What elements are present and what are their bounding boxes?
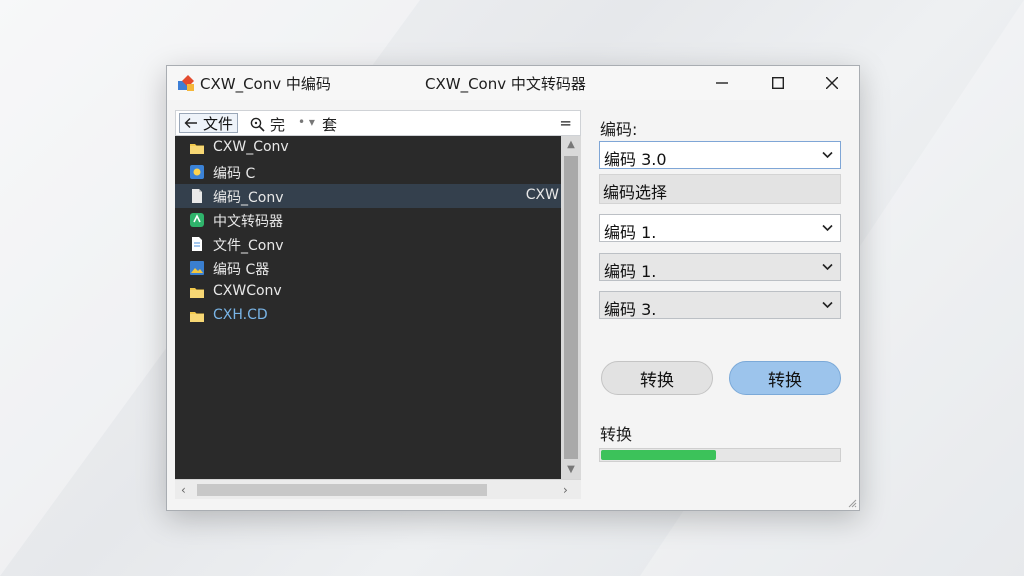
back-arrow-icon (184, 118, 197, 128)
zoom-label: 完 (270, 115, 286, 134)
close-button[interactable] (809, 66, 855, 100)
maximize-button[interactable] (755, 66, 801, 100)
encoding-select[interactable]: 编码 3.0 (599, 141, 841, 169)
encoding-select-3[interactable]: 编码 3. (599, 291, 841, 319)
horizontal-scrollbar-thumb[interactable] (197, 484, 487, 496)
encoding-select-2[interactable]: 编码 1. (599, 253, 841, 281)
horizontal-scrollbar[interactable]: ‹ › (175, 479, 581, 499)
minimize-icon (716, 82, 728, 84)
file-list-item[interactable]: 文件_Conv (175, 232, 561, 256)
file-list-item[interactable]: 中文转码器 (175, 208, 561, 232)
folder-icon (190, 312, 204, 322)
close-icon (826, 77, 838, 89)
back-button[interactable]: 文件 (179, 113, 239, 133)
chevron-down-icon (822, 151, 833, 159)
file-list-item[interactable]: CXH.CD (175, 304, 561, 328)
vertical-scrollbar[interactable]: ▲ ▼ (561, 136, 581, 479)
app-logo-icon (178, 75, 194, 91)
file-name: CXWConv (213, 283, 282, 299)
encoding-label: 编码: (600, 120, 638, 139)
resize-grip-icon[interactable] (847, 498, 857, 508)
chevron-down-icon (822, 263, 833, 271)
menu-button[interactable]: = (559, 114, 572, 132)
conversion-progress-bar (599, 448, 841, 462)
scroll-down-icon[interactable]: ▼ (566, 465, 576, 475)
convert-button-primary[interactable]: 转换 (729, 361, 841, 395)
file-name: 中文转码器 (213, 214, 283, 230)
progress-fill (601, 450, 716, 460)
convert-button-secondary[interactable]: 转换 (601, 361, 713, 395)
file-name: 编码 C (213, 166, 256, 182)
network-icon (190, 165, 204, 179)
scroll-up-icon[interactable]: ▲ (566, 140, 576, 150)
toolbar-item[interactable]: 套 (322, 114, 337, 135)
chevron-down-icon (822, 301, 833, 309)
file-tag: CXW (525, 187, 559, 203)
encoding-select-2-value: 编码 1. (604, 262, 657, 281)
app-icon (190, 213, 204, 227)
zoom-button[interactable]: 完 (250, 114, 285, 134)
file-name: CXW_Conv (213, 139, 289, 155)
encoding-select-value: 编码 3.0 (604, 150, 667, 169)
file-list-item[interactable]: CXWConv (175, 280, 561, 304)
encoding-selection-header: 编码选择 (599, 174, 841, 204)
app-window: CXW_Conv 中编码 CXW_Conv 中文转码器 文件 完 • ▾ 套 =… (166, 65, 860, 511)
file-list-item[interactable]: CXW_Conv (175, 136, 561, 160)
chevron-down-icon (822, 224, 833, 232)
file-list-item[interactable]: 编码_Conv CXW (175, 184, 561, 208)
file-list-item[interactable]: 编码 C (175, 160, 561, 184)
window-title-center: CXW_Conv 中文转码器 (425, 75, 586, 93)
progress-label: 转换 (600, 425, 633, 444)
zoom-icon (250, 117, 265, 132)
encoding-select-1-value: 编码 1. (604, 223, 657, 242)
encoding-selection-label: 编码选择 (603, 183, 668, 202)
scroll-right-icon[interactable]: › (563, 483, 568, 497)
folder-icon (190, 288, 204, 298)
encoding-select-3-value: 编码 3. (604, 300, 657, 319)
scrollbar-thumb[interactable] (564, 156, 578, 459)
scroll-left-icon[interactable]: ‹ (181, 483, 186, 497)
toolbar-dropdown[interactable]: • ▾ (298, 115, 315, 129)
encoding-select-1[interactable]: 编码 1. (599, 214, 841, 242)
folder-icon (190, 144, 204, 154)
minimize-button[interactable] (699, 66, 745, 100)
file-name: 编码_Conv (213, 190, 284, 206)
file-name: 文件_Conv (213, 238, 284, 254)
file-list-item[interactable]: 编码 C器 (175, 256, 561, 280)
window-title-left: CXW_Conv 中编码 (200, 75, 331, 93)
file-list[interactable]: CXW_Conv 编码 C 编码_Conv CXW 中文转码器文件_Conv 编码 C器 C… (175, 136, 581, 479)
title-bar[interactable]: CXW_Conv 中编码 CXW_Conv 中文转码器 (167, 66, 859, 100)
file-name: 编码 C器 (213, 262, 270, 278)
maximize-icon (772, 77, 784, 89)
back-button-label: 文件 (203, 114, 234, 133)
file-toolbar: 文件 完 • ▾ 套 = (175, 110, 581, 136)
image-file-icon (190, 261, 204, 275)
file-name: CXH.CD (213, 307, 268, 323)
text-file-icon (192, 237, 202, 251)
document-icon (192, 189, 202, 203)
